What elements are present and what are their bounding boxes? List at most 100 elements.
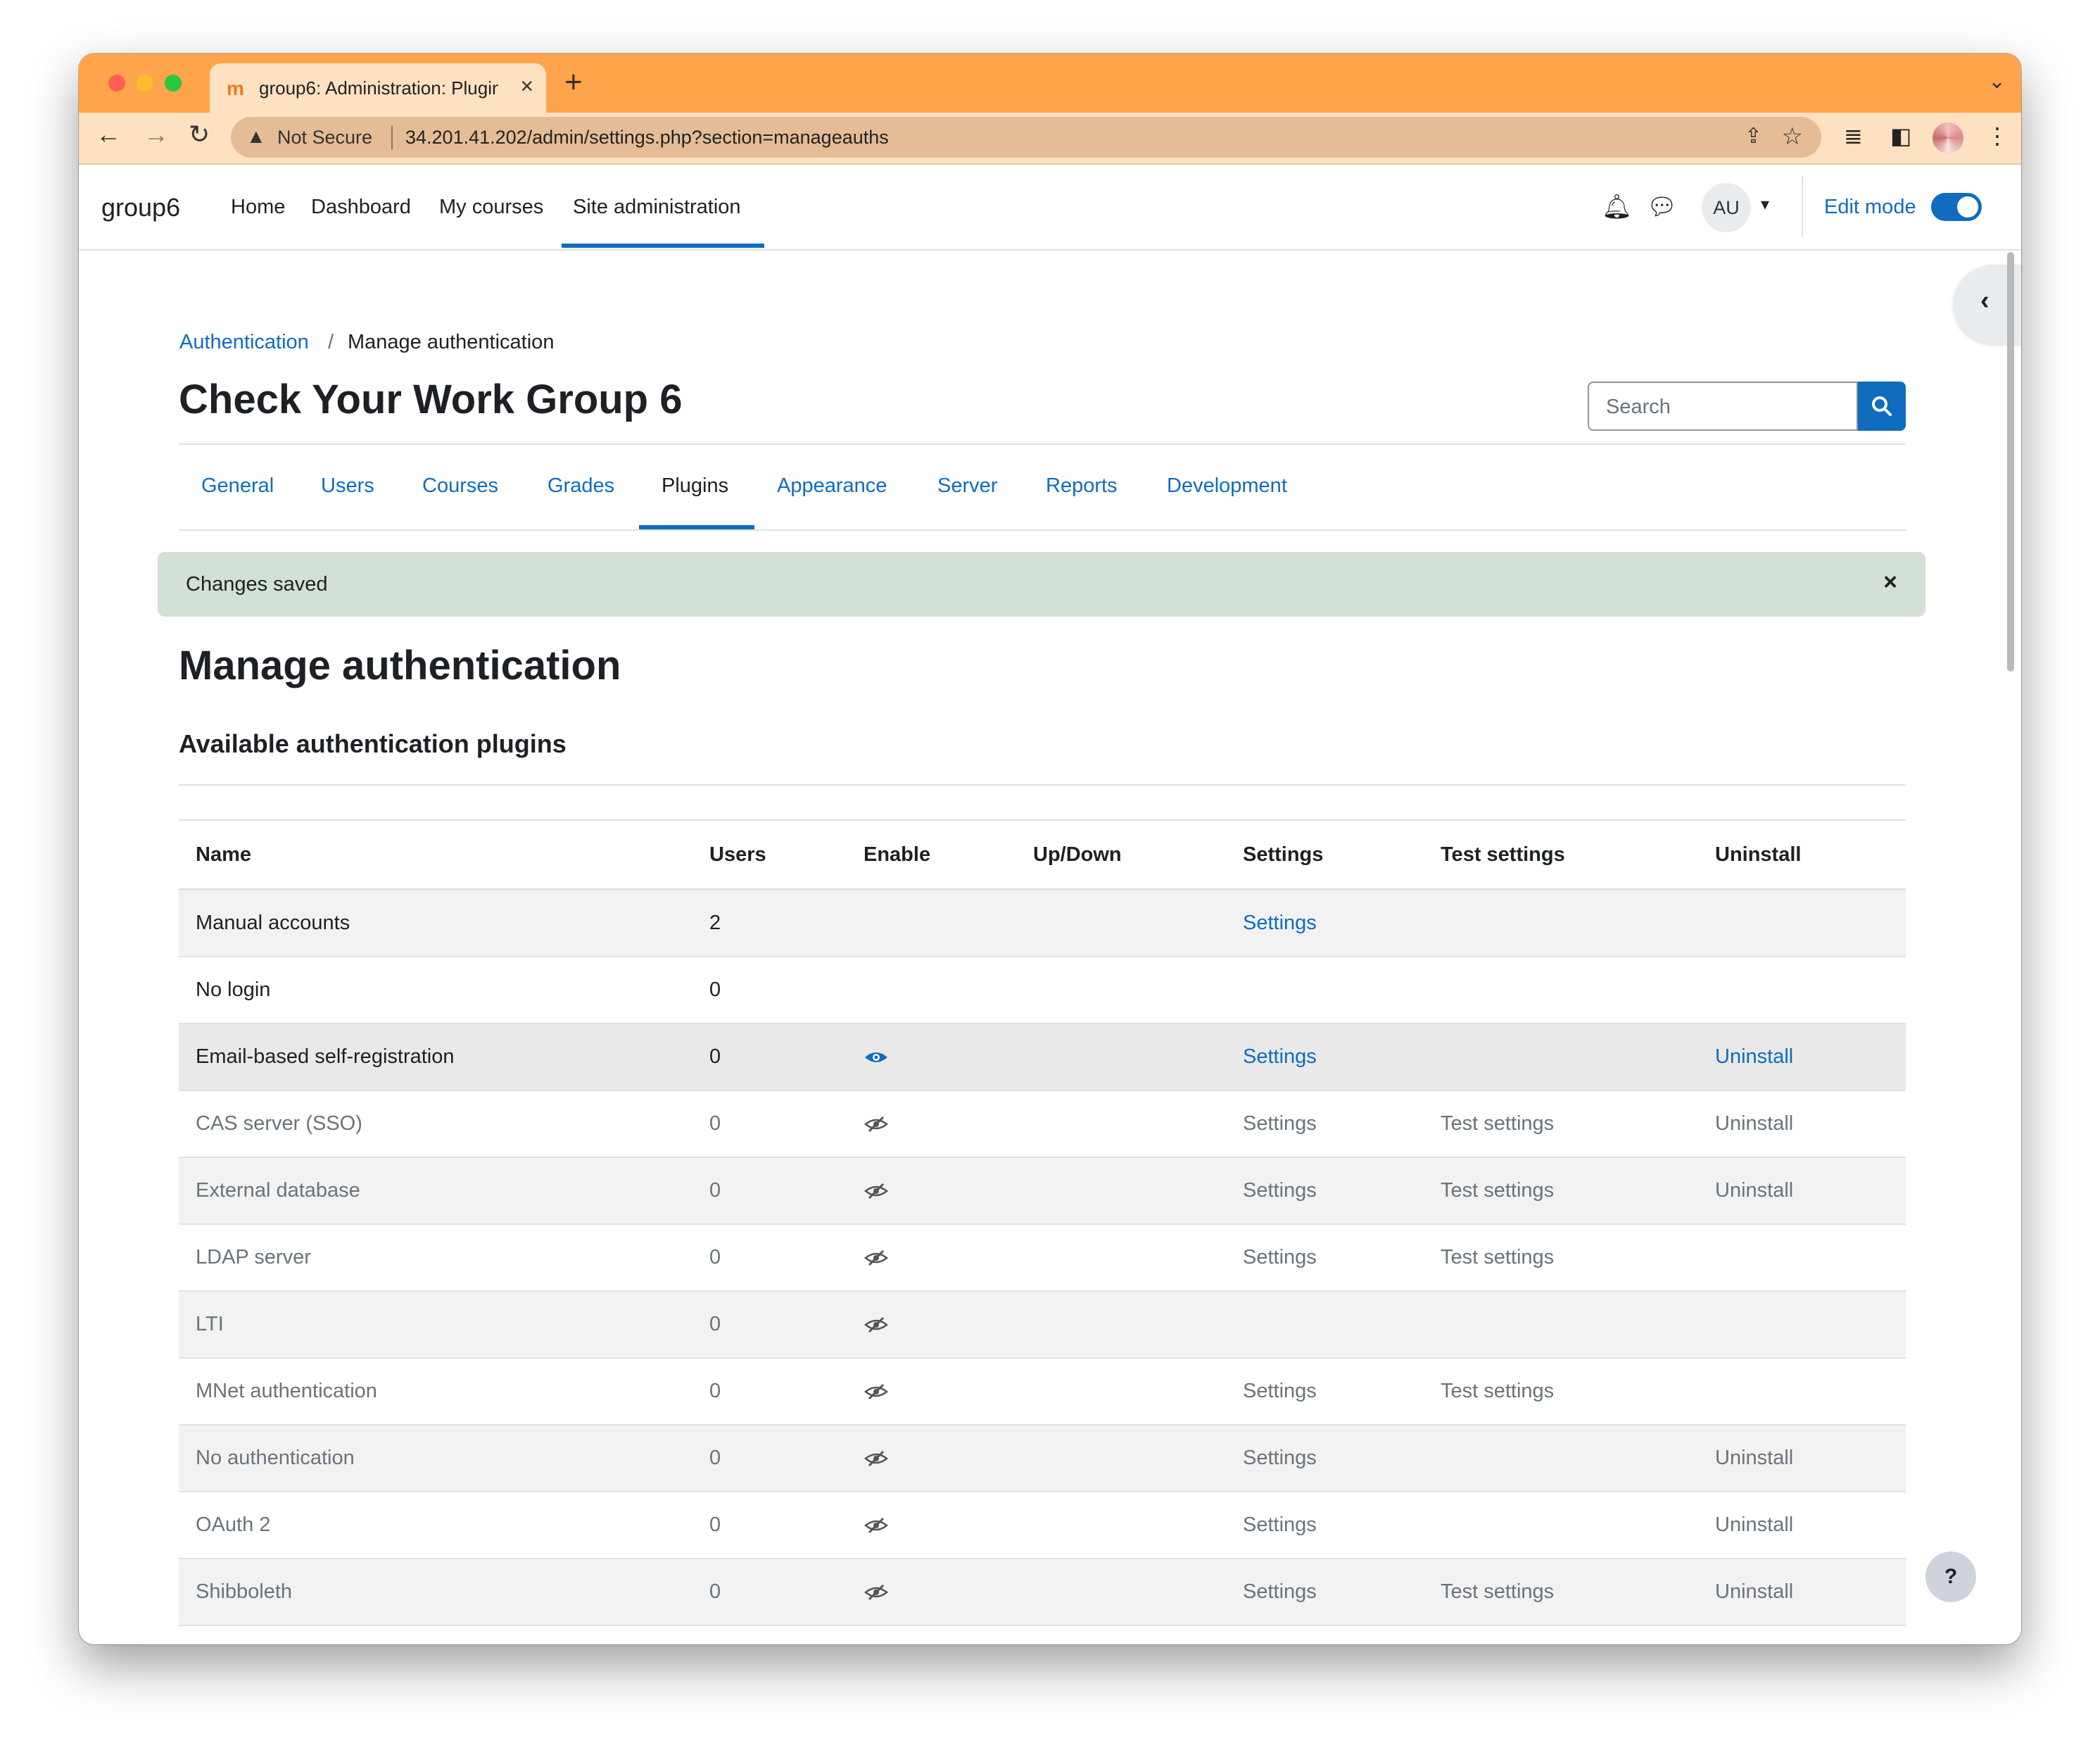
plugin-updown xyxy=(1016,889,1226,957)
plugin-name: OAuth 2 xyxy=(179,1492,692,1559)
col-header-users: Users xyxy=(692,819,847,890)
table-row: No login 0 xyxy=(179,957,1906,1024)
back-arrow-icon[interactable]: ← xyxy=(96,120,121,149)
user-avatar[interactable]: AU xyxy=(1702,183,1751,232)
plugin-users: 0 xyxy=(692,1024,847,1091)
tab-development[interactable]: Development xyxy=(1167,474,1287,498)
search-icon xyxy=(1872,396,1892,416)
address-bar[interactable]: ▲ Not Secure 34.201.41.202/admin/setting… xyxy=(231,117,1821,158)
table-row: LTI 0 xyxy=(179,1291,1906,1359)
plugin-settings-link[interactable]: Settings xyxy=(1226,1492,1424,1559)
plugin-uninstall-link[interactable]: Uninstall xyxy=(1698,1090,1906,1158)
plugin-settings-link[interactable]: Settings xyxy=(1226,1024,1424,1091)
eye-slash-icon[interactable] xyxy=(864,1116,889,1133)
new-tab-icon[interactable]: + xyxy=(564,65,583,100)
plugin-settings-link[interactable]: Settings xyxy=(1226,1224,1424,1292)
eye-slash-icon[interactable] xyxy=(864,1383,889,1400)
forward-arrow-icon[interactable]: → xyxy=(144,120,169,149)
plugin-uninstall-link[interactable]: Uninstall xyxy=(1698,1425,1906,1492)
plugin-test-settings-link[interactable]: Test settings xyxy=(1424,1358,1698,1425)
plugin-settings-link[interactable]: Settings xyxy=(1226,1157,1424,1225)
admin-search-input[interactable]: Search xyxy=(1588,382,1858,431)
plugin-updown xyxy=(1016,1224,1226,1292)
user-menu-chevron-icon[interactable]: ▾ xyxy=(1761,194,1769,215)
media-queue-icon[interactable]: ≣ xyxy=(1844,122,1863,149)
plugin-test-settings-link[interactable]: Test settings xyxy=(1424,1559,1698,1626)
eye-slash-icon[interactable] xyxy=(864,1517,889,1534)
browser-tab[interactable]: m group6: Administration: Plugins × xyxy=(210,63,546,113)
plugin-name: No authentication xyxy=(179,1425,692,1492)
table-row: No authentication 0 Settings Uninstall xyxy=(179,1425,1906,1492)
eye-slash-icon[interactable] xyxy=(864,1584,889,1601)
tab-grades[interactable]: Grades xyxy=(548,474,614,498)
plugin-settings-link[interactable]: Settings xyxy=(1226,1559,1424,1626)
breadcrumb-separator: / xyxy=(328,331,334,353)
plugin-settings-link[interactable]: Settings xyxy=(1226,889,1424,957)
eye-slash-icon[interactable] xyxy=(864,1249,889,1266)
minimize-window-button[interactable] xyxy=(137,75,153,92)
tab-courses[interactable]: Courses xyxy=(422,474,498,498)
plugin-test-settings-link[interactable]: Test settings xyxy=(1424,1224,1698,1292)
url-text[interactable]: 34.201.41.202/admin/settings.php?section… xyxy=(405,127,889,149)
plugin-uninstall-link xyxy=(1698,889,1906,957)
eye-icon[interactable] xyxy=(864,1049,889,1066)
table-row: Email-based self-registration 0 Settings Un… xyxy=(179,1024,1906,1091)
tab-reports[interactable]: Reports xyxy=(1046,474,1118,498)
plugin-settings-link xyxy=(1226,1291,1424,1359)
notifications-bell-icon[interactable]: 🔔︎ xyxy=(1602,193,1632,221)
nav-dashboard[interactable]: Dashboard xyxy=(311,196,411,219)
col-header-uninstall: Uninstall xyxy=(1698,819,1906,890)
eye-slash-icon[interactable] xyxy=(864,1183,889,1200)
eye-slash-icon[interactable] xyxy=(864,1316,889,1333)
plugin-test-settings-link[interactable]: Test settings xyxy=(1424,1157,1698,1225)
tab-search-chevron-icon[interactable]: ⌄ xyxy=(1988,69,2006,94)
plugin-test-settings-link[interactable]: Test settings xyxy=(1424,1090,1698,1158)
plugin-uninstall-link[interactable]: Uninstall xyxy=(1698,1559,1906,1626)
plugin-name: External database xyxy=(179,1157,692,1225)
eye-slash-icon[interactable] xyxy=(864,1450,889,1467)
table-row: Manual accounts 2 Settings xyxy=(179,889,1906,957)
plugin-name: LTI xyxy=(179,1291,692,1359)
maximize-window-button[interactable] xyxy=(165,75,182,92)
share-icon[interactable]: ⇪ xyxy=(1745,124,1762,149)
edit-mode-label[interactable]: Edit mode xyxy=(1824,196,1916,219)
tab-users[interactable]: Users xyxy=(321,474,374,498)
reload-icon[interactable]: ↻ xyxy=(189,120,210,149)
plugin-settings-link[interactable]: Settings xyxy=(1226,1090,1424,1158)
close-tab-icon[interactable]: × xyxy=(520,73,533,99)
plugin-updown xyxy=(1016,1157,1226,1225)
site-brand[interactable]: group6 xyxy=(101,193,180,222)
plugin-uninstall-link[interactable]: Uninstall xyxy=(1698,1024,1906,1091)
col-header-enable: Enable xyxy=(847,819,1016,890)
plugin-settings-link[interactable]: Settings xyxy=(1226,1425,1424,1492)
breadcrumb-authentication[interactable]: Authentication xyxy=(179,331,309,354)
table-header-row: Name Users Enable Up/Down Settings Test … xyxy=(179,819,1906,890)
tab-general[interactable]: General xyxy=(201,474,274,498)
nav-site-administration[interactable]: Site administration xyxy=(573,196,741,219)
search-button[interactable] xyxy=(1858,382,1906,431)
edit-mode-toggle[interactable] xyxy=(1931,193,1982,221)
plugin-uninstall-link[interactable]: Uninstall xyxy=(1698,1492,1906,1559)
plugin-updown xyxy=(1016,1090,1226,1158)
tab-plugins[interactable]: Plugins xyxy=(662,474,728,498)
page-scrollbar[interactable] xyxy=(2007,252,2014,672)
plugin-uninstall-link[interactable]: Uninstall xyxy=(1698,1157,1906,1225)
help-button[interactable]: ? xyxy=(1925,1551,1976,1602)
nav-my-courses[interactable]: My courses xyxy=(439,196,543,219)
nav-home[interactable]: Home xyxy=(231,196,285,219)
plugin-enable xyxy=(847,1492,1016,1559)
browser-menu-icon[interactable]: ⋮ xyxy=(1986,122,2009,149)
tab-appearance[interactable]: Appearance xyxy=(777,474,887,498)
close-window-button[interactable] xyxy=(108,75,125,92)
security-label[interactable]: Not Secure xyxy=(277,127,372,149)
close-icon[interactable]: × xyxy=(1883,569,1897,596)
messages-chat-icon[interactable]: 💬︎ xyxy=(1647,193,1677,221)
profile-avatar-icon[interactable] xyxy=(1933,122,1963,153)
tab-server[interactable]: Server xyxy=(937,474,997,498)
search-placeholder: Search xyxy=(1606,396,1671,418)
col-header-updown: Up/Down xyxy=(1016,819,1226,890)
plugin-settings-link[interactable]: Settings xyxy=(1226,1358,1424,1425)
nav-active-indicator xyxy=(562,244,764,248)
bookmark-star-icon[interactable]: ☆ xyxy=(1782,122,1803,151)
side-panel-icon[interactable]: ◧ xyxy=(1890,122,1911,149)
